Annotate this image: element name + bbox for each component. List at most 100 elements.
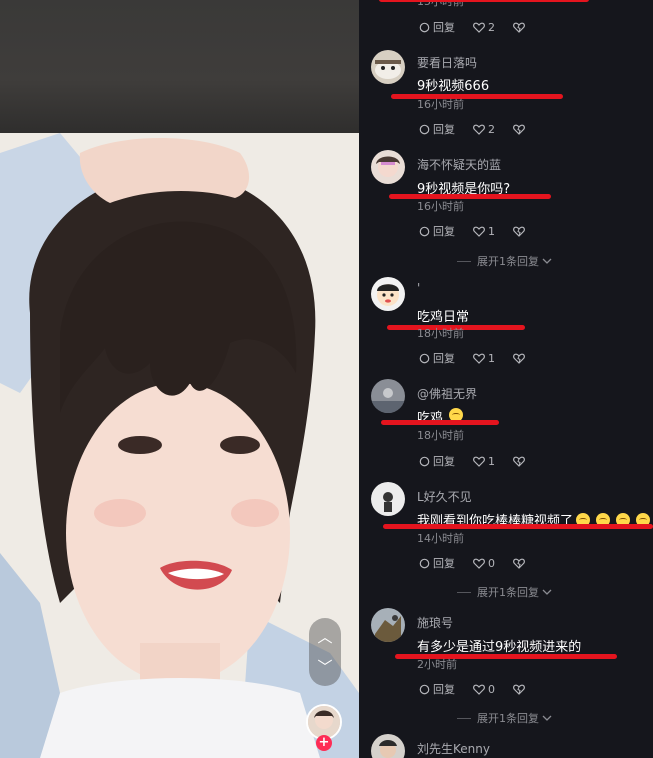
comment-actions: 回复 0 <box>419 555 528 571</box>
reply-label: 回复 <box>433 683 455 696</box>
reply-bubble-icon <box>419 124 430 134</box>
avatar[interactable] <box>371 50 405 84</box>
dislike-button[interactable] <box>513 226 528 237</box>
video-previous-frame <box>0 0 359 133</box>
reply-bubble-icon <box>419 22 430 32</box>
like-button[interactable]: 0 <box>473 557 495 570</box>
reply-label: 回复 <box>433 352 455 365</box>
dislike-button[interactable] <box>513 684 528 695</box>
chevron-up-icon[interactable]: ︿ <box>309 630 341 645</box>
comment-actions: 回复 1 <box>419 223 528 239</box>
expand-replies-button[interactable]: 展开1条回复 <box>457 584 552 600</box>
reply-button[interactable]: 回复 <box>419 121 455 137</box>
reply-button[interactable]: 回复 <box>419 555 455 571</box>
comment-actions: 回复 1 <box>419 453 528 469</box>
reply-bubble-icon <box>419 684 430 694</box>
like-count: 2 <box>488 122 495 136</box>
reply-button[interactable]: 回复 <box>419 453 455 469</box>
like-button[interactable]: 2 <box>473 123 495 136</box>
broken-heart-icon <box>513 353 525 364</box>
comment-time: 18小时前 <box>417 429 464 442</box>
chevron-down-icon <box>542 258 552 264</box>
broken-heart-icon <box>513 456 525 467</box>
like-button[interactable]: 1 <box>473 455 495 468</box>
avatar-image <box>371 277 405 311</box>
comment-panel[interactable]: 15小时前 回复 2 要看日落吗 9秒视频666 16小时前 回复 2 海不怀疑… <box>359 0 653 758</box>
comment-username[interactable]: ' <box>417 281 420 295</box>
reply-button[interactable]: 回复 <box>419 681 455 697</box>
like-count: 2 <box>488 20 495 34</box>
follow-plus-icon[interactable]: + <box>316 735 332 751</box>
heart-icon <box>473 226 485 237</box>
expand-replies-label: 展开1条回复 <box>477 712 539 725</box>
comment-actions: 回复 1 <box>419 350 528 366</box>
broken-heart-icon <box>513 22 525 33</box>
heart-icon <box>473 22 485 33</box>
heart-icon <box>473 124 485 135</box>
dislike-button[interactable] <box>513 124 528 135</box>
reply-label: 回复 <box>433 225 455 238</box>
reply-label: 回复 <box>433 455 455 468</box>
reply-button[interactable]: 回复 <box>419 19 455 35</box>
comment-text: 9秒视频666 <box>417 79 490 94</box>
comment-username[interactable]: 施琅号 <box>417 614 453 631</box>
like-count: 0 <box>488 556 495 570</box>
comment-text: 吃鸡日常 <box>417 310 470 325</box>
like-button[interactable]: 1 <box>473 225 495 238</box>
broken-heart-icon <box>513 226 525 237</box>
dislike-button[interactable] <box>513 353 528 364</box>
like-button[interactable]: 0 <box>473 683 495 696</box>
dislike-button[interactable] <box>513 558 528 569</box>
avatar[interactable] <box>371 482 405 516</box>
author-avatar-image <box>308 706 340 738</box>
reply-bubble-icon <box>419 226 430 236</box>
reply-label: 回复 <box>433 123 455 136</box>
video-scroll-control[interactable]: ︿ ﹀ <box>309 618 341 686</box>
comment-time: 16小时前 <box>417 98 464 111</box>
reply-label: 回复 <box>433 21 455 34</box>
video-frame <box>0 133 359 758</box>
expand-replies-button[interactable]: 展开1条回复 <box>457 710 552 726</box>
highlight-underline <box>381 420 499 425</box>
avatar[interactable] <box>371 608 405 642</box>
avatar[interactable] <box>371 734 405 758</box>
reply-bubble-icon <box>419 353 430 363</box>
comment-username[interactable]: L好久不见 <box>417 488 472 505</box>
comment-username[interactable]: 要看日落吗 <box>417 54 477 71</box>
expand-replies-button[interactable]: 展开1条回复 <box>457 253 552 269</box>
video-player[interactable]: ︿ ﹀ + <box>0 0 359 758</box>
comment-actions: 回复 0 <box>419 681 528 697</box>
comment-time: 16小时前 <box>417 200 464 213</box>
like-count: 1 <box>488 454 495 468</box>
video-person-image <box>0 133 359 758</box>
comment-username[interactable]: 海不怀疑天的蓝 <box>417 156 501 173</box>
comment-time: 2小时前 <box>417 658 457 671</box>
heart-icon <box>473 353 485 364</box>
broken-heart-icon <box>513 124 525 135</box>
reply-button[interactable]: 回复 <box>419 223 455 239</box>
like-button[interactable]: 2 <box>473 21 495 34</box>
like-count: 1 <box>488 224 495 238</box>
dislike-button[interactable] <box>513 22 528 33</box>
chevron-down-icon <box>542 589 552 595</box>
avatar[interactable] <box>371 277 405 311</box>
like-button[interactable]: 1 <box>473 352 495 365</box>
heart-icon <box>473 684 485 695</box>
comment-username[interactable]: 刘先生Kenny <box>417 740 490 757</box>
reply-button[interactable]: 回复 <box>419 350 455 366</box>
chevron-down-icon <box>542 715 552 721</box>
avatar-image <box>371 379 405 413</box>
avatar[interactable] <box>371 379 405 413</box>
dislike-button[interactable] <box>513 456 528 467</box>
avatar-image <box>371 734 405 758</box>
comment-text: 有多少是通过9秒视频进来的 <box>417 640 582 655</box>
like-count: 0 <box>488 682 495 696</box>
reply-label: 回复 <box>433 557 455 570</box>
avatar[interactable] <box>371 150 405 184</box>
expand-replies-label: 展开1条回复 <box>477 586 539 599</box>
avatar-image <box>371 608 405 642</box>
comment-username[interactable]: @佛祖无界 <box>417 385 477 402</box>
highlight-underline <box>379 0 589 2</box>
highlight-underline <box>389 194 551 199</box>
chevron-down-icon[interactable]: ﹀ <box>309 660 341 675</box>
